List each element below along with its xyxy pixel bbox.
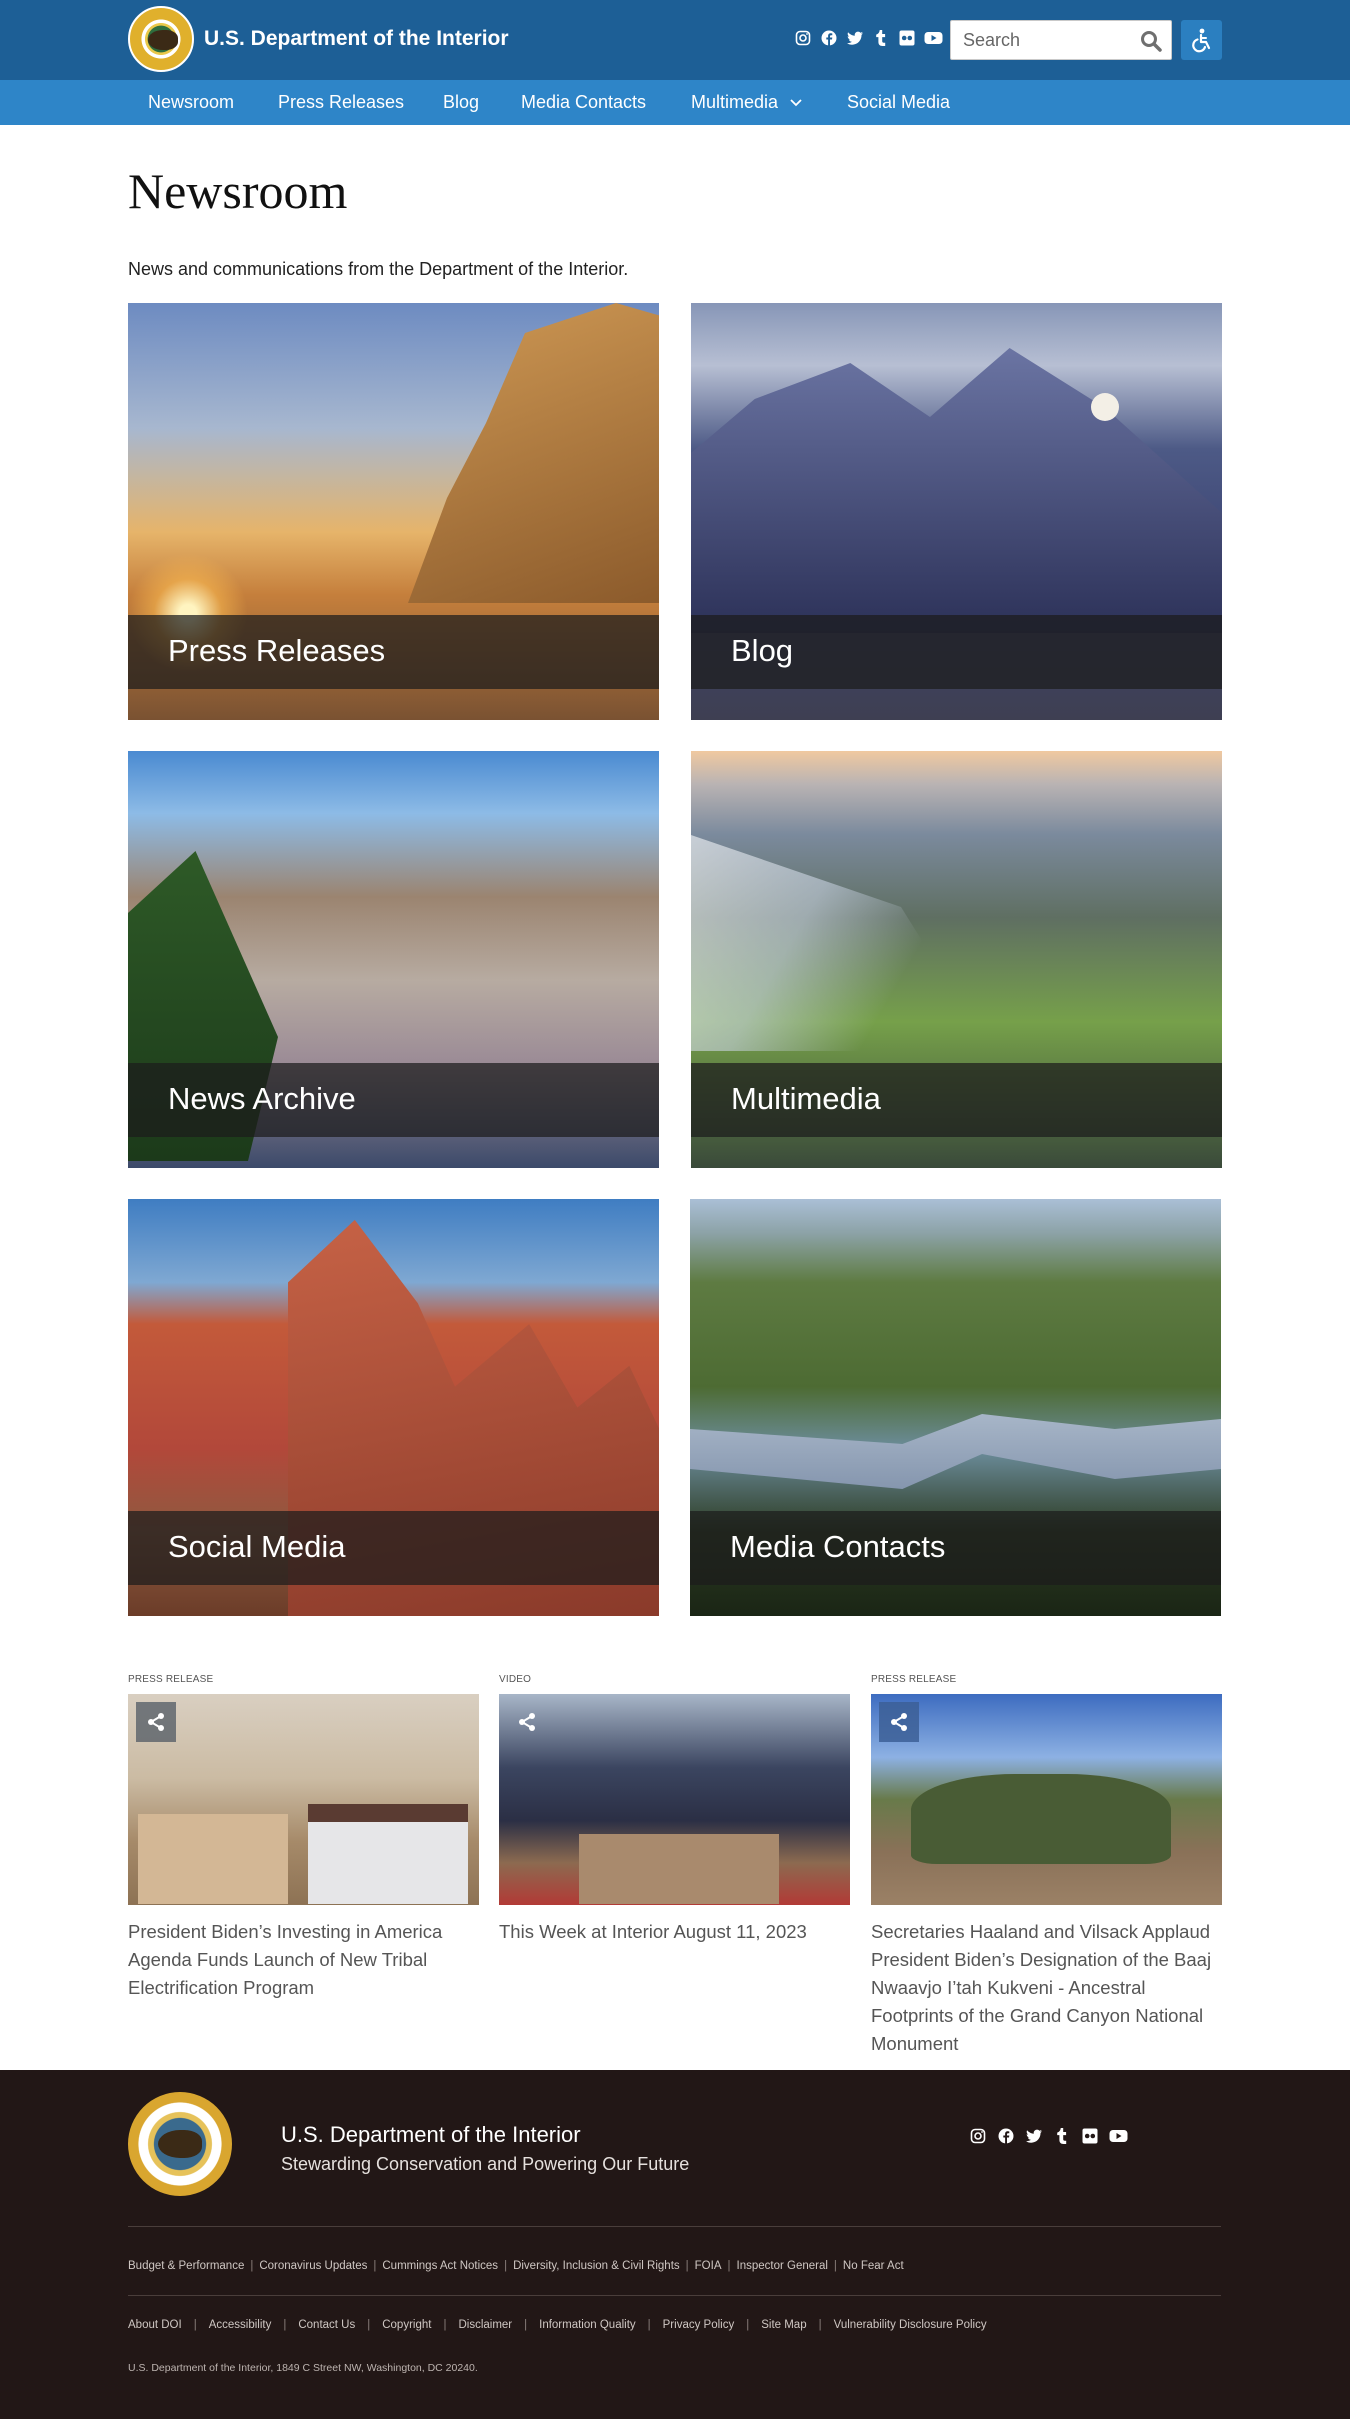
tile-label: Press Releases — [168, 633, 386, 668]
footer-link[interactable]: Inspector General — [737, 2260, 828, 2272]
site-title[interactable]: U.S. Department of the Interior — [204, 27, 509, 51]
tile-label: Multimedia — [731, 1081, 881, 1116]
chevron-down-icon — [790, 99, 802, 107]
tile-social-media[interactable]: Social Media — [128, 1199, 659, 1616]
share-button[interactable] — [879, 1702, 919, 1742]
tile-label: News Archive — [168, 1081, 356, 1116]
tumblr-icon[interactable] — [872, 30, 890, 48]
share-button[interactable] — [507, 1702, 547, 1742]
footer-link[interactable]: Privacy Policy — [663, 2319, 735, 2331]
featured-title[interactable]: This Week at Interior August 11, 2023 — [499, 1918, 850, 1946]
footer-link[interactable]: About DOI — [128, 2319, 182, 2331]
tile-blog[interactable]: Blog — [691, 303, 1222, 720]
footer-links-primary: Budget & Performance | Coronavirus Update… — [128, 2260, 904, 2272]
youtube-icon[interactable] — [1109, 2128, 1128, 2146]
tile-label: Media Contacts — [730, 1529, 946, 1564]
instagram-icon[interactable] — [969, 2128, 987, 2146]
footer-divider — [128, 2295, 1221, 2296]
facebook-icon[interactable] — [997, 2128, 1015, 2146]
featured-title[interactable]: Secretaries Haaland and Vilsack Applaud … — [871, 1918, 1222, 2058]
nav-item-newsroom[interactable]: Newsroom — [148, 92, 234, 113]
accessibility-icon — [1192, 28, 1211, 53]
flickr-icon[interactable] — [898, 30, 916, 48]
youtube-icon[interactable] — [924, 30, 943, 48]
social-links — [794, 30, 943, 48]
nav-item-blog[interactable]: Blog — [443, 92, 479, 113]
page-intro: News and communications from the Departm… — [128, 259, 629, 279]
featured-title[interactable]: President Biden’s Investing in America A… — [128, 1918, 479, 2002]
footer-org-name: U.S. Department of the Interior — [281, 2122, 581, 2147]
footer-link[interactable]: FOIA — [695, 2260, 722, 2272]
nav-item-multimedia-label: Multimedia — [691, 92, 779, 112]
tile-press-releases[interactable]: Press Releases — [128, 303, 659, 720]
share-icon — [519, 1713, 535, 1731]
nav-item-media-contacts[interactable]: Media Contacts — [521, 92, 646, 113]
footer-link[interactable]: Disclaimer — [458, 2319, 512, 2331]
footer-divider — [128, 2226, 1221, 2227]
instagram-icon[interactable] — [794, 30, 812, 48]
featured-kicker: VIDEO — [499, 1674, 532, 1685]
site-header: U.S. Department of the Interior — [0, 0, 1350, 80]
tumblr-icon[interactable] — [1053, 2128, 1071, 2146]
footer-link[interactable]: Budget & Performance — [128, 2260, 244, 2272]
twitter-icon[interactable] — [1025, 2128, 1043, 2146]
featured-image[interactable] — [499, 1694, 850, 1905]
nav-item-social-media[interactable]: Social Media — [847, 92, 950, 113]
doi-seal-logo[interactable] — [128, 6, 194, 72]
twitter-icon[interactable] — [846, 30, 864, 48]
tile-news-archive[interactable]: News Archive — [128, 751, 659, 1168]
share-button[interactable] — [136, 1702, 176, 1742]
footer-link[interactable]: Coronavirus Updates — [259, 2260, 367, 2272]
tile-label: Blog — [731, 633, 794, 668]
footer-link[interactable]: Diversity, Inclusion & Civil Rights — [513, 2260, 680, 2272]
footer-link[interactable]: Site Map — [761, 2319, 806, 2331]
facebook-icon[interactable] — [820, 30, 838, 48]
footer-link[interactable]: Copyright — [382, 2319, 431, 2331]
footer-doi-seal-logo[interactable] — [128, 2092, 232, 2196]
flickr-icon[interactable] — [1081, 2128, 1099, 2146]
share-icon — [148, 1713, 164, 1731]
featured-kicker: PRESS RELEASE — [128, 1674, 214, 1685]
footer-tagline: Stewarding Conservation and Powering Our… — [281, 2154, 690, 2174]
footer-link[interactable]: No Fear Act — [843, 2260, 904, 2272]
footer-address: U.S. Department of the Interior, 1849 C … — [128, 2362, 478, 2374]
tile-media-contacts[interactable]: Media Contacts — [690, 1199, 1221, 1616]
footer-link[interactable]: Cummings Act Notices — [382, 2260, 498, 2272]
accessibility-button[interactable] — [1181, 20, 1222, 60]
footer-link[interactable]: Information Quality — [539, 2319, 636, 2331]
search-input[interactable] — [951, 21, 1131, 59]
search-icon[interactable] — [1139, 29, 1163, 53]
footer-link[interactable]: Contact Us — [298, 2319, 355, 2331]
search-box — [950, 20, 1172, 60]
nav-item-press-releases[interactable]: Press Releases — [278, 92, 404, 113]
featured-image[interactable] — [871, 1694, 1222, 1905]
footer-social-links — [969, 2128, 1128, 2146]
tile-multimedia[interactable]: Multimedia — [691, 751, 1222, 1168]
featured-kicker: PRESS RELEASE — [871, 1674, 957, 1685]
footer-link[interactable]: Accessibility — [209, 2319, 272, 2331]
tile-label: Social Media — [168, 1529, 346, 1564]
nav-item-multimedia[interactable]: Multimedia — [691, 92, 803, 113]
main-nav: Newsroom Press Releases Blog Media Conta… — [0, 80, 1350, 125]
footer-link[interactable]: Vulnerability Disclosure Policy — [834, 2319, 987, 2331]
page-title: Newsroom — [128, 163, 348, 219]
share-icon — [891, 1713, 907, 1731]
footer-links-secondary: About DOI | Accessibility | Contact Us | Co… — [128, 2319, 987, 2331]
featured-image[interactable] — [128, 1694, 479, 1905]
